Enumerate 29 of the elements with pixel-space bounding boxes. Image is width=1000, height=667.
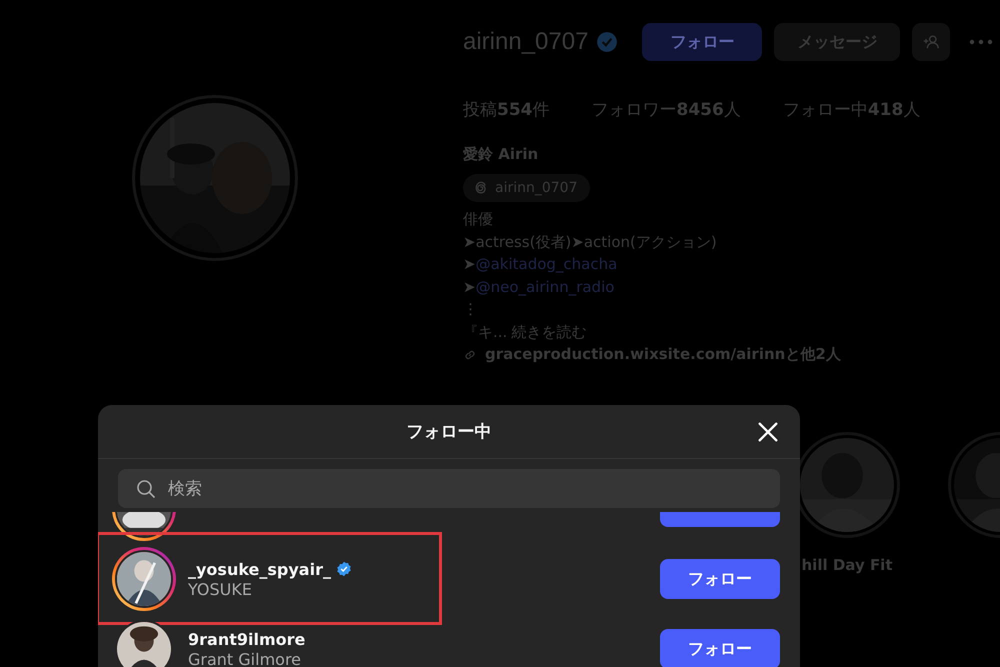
follow-button[interactable]: フォロー bbox=[660, 629, 780, 667]
bio-text: 『キ... bbox=[463, 322, 508, 340]
bio-text: ⋮ bbox=[463, 300, 478, 318]
bio-text: ➤ bbox=[463, 278, 476, 296]
display-name: 愛鈴 Airin bbox=[463, 145, 540, 164]
search-field[interactable]: 検索 bbox=[118, 469, 780, 508]
username[interactable]: 9rant9ilmore bbox=[188, 630, 306, 648]
mention-link[interactable]: @neo_airinn_radio bbox=[476, 278, 614, 296]
read-more-link[interactable]: 続きを読む bbox=[511, 322, 586, 340]
stat-text[interactable]: フォロワー8456人 bbox=[592, 98, 741, 121]
mention-link[interactable]: @akitadog_chacha bbox=[476, 255, 618, 273]
stat-text[interactable]: フォロー中418人 bbox=[782, 98, 920, 121]
profile-button[interactable]: フォロー bbox=[642, 23, 762, 61]
full-name: Grant Gilmore bbox=[188, 650, 302, 667]
website-link[interactable]: graceproduction.wixsite.com/airinnと他2人 bbox=[485, 345, 841, 364]
bio-text: ➤actress(役者)➤action(アクション) bbox=[463, 232, 717, 250]
username[interactable]: _yosuke_spyair_ bbox=[188, 560, 331, 578]
follow-button[interactable]: フォロー bbox=[660, 559, 780, 599]
highlight-title: hill Day Fit bbox=[802, 556, 892, 574]
search-icon bbox=[136, 479, 156, 499]
bio-text: 俳優 bbox=[463, 210, 493, 228]
full-name: YOSUKE bbox=[188, 580, 253, 598]
add-person-icon bbox=[922, 33, 940, 51]
stat-text[interactable]: 投稿554件 bbox=[463, 98, 550, 121]
add-person-button[interactable] bbox=[912, 23, 950, 61]
profile-username: airinn_0707 bbox=[463, 28, 588, 56]
close-icon[interactable] bbox=[757, 421, 779, 443]
bio-text: ➤ bbox=[463, 255, 476, 273]
dialog-title: フォロー中 bbox=[406, 421, 492, 443]
